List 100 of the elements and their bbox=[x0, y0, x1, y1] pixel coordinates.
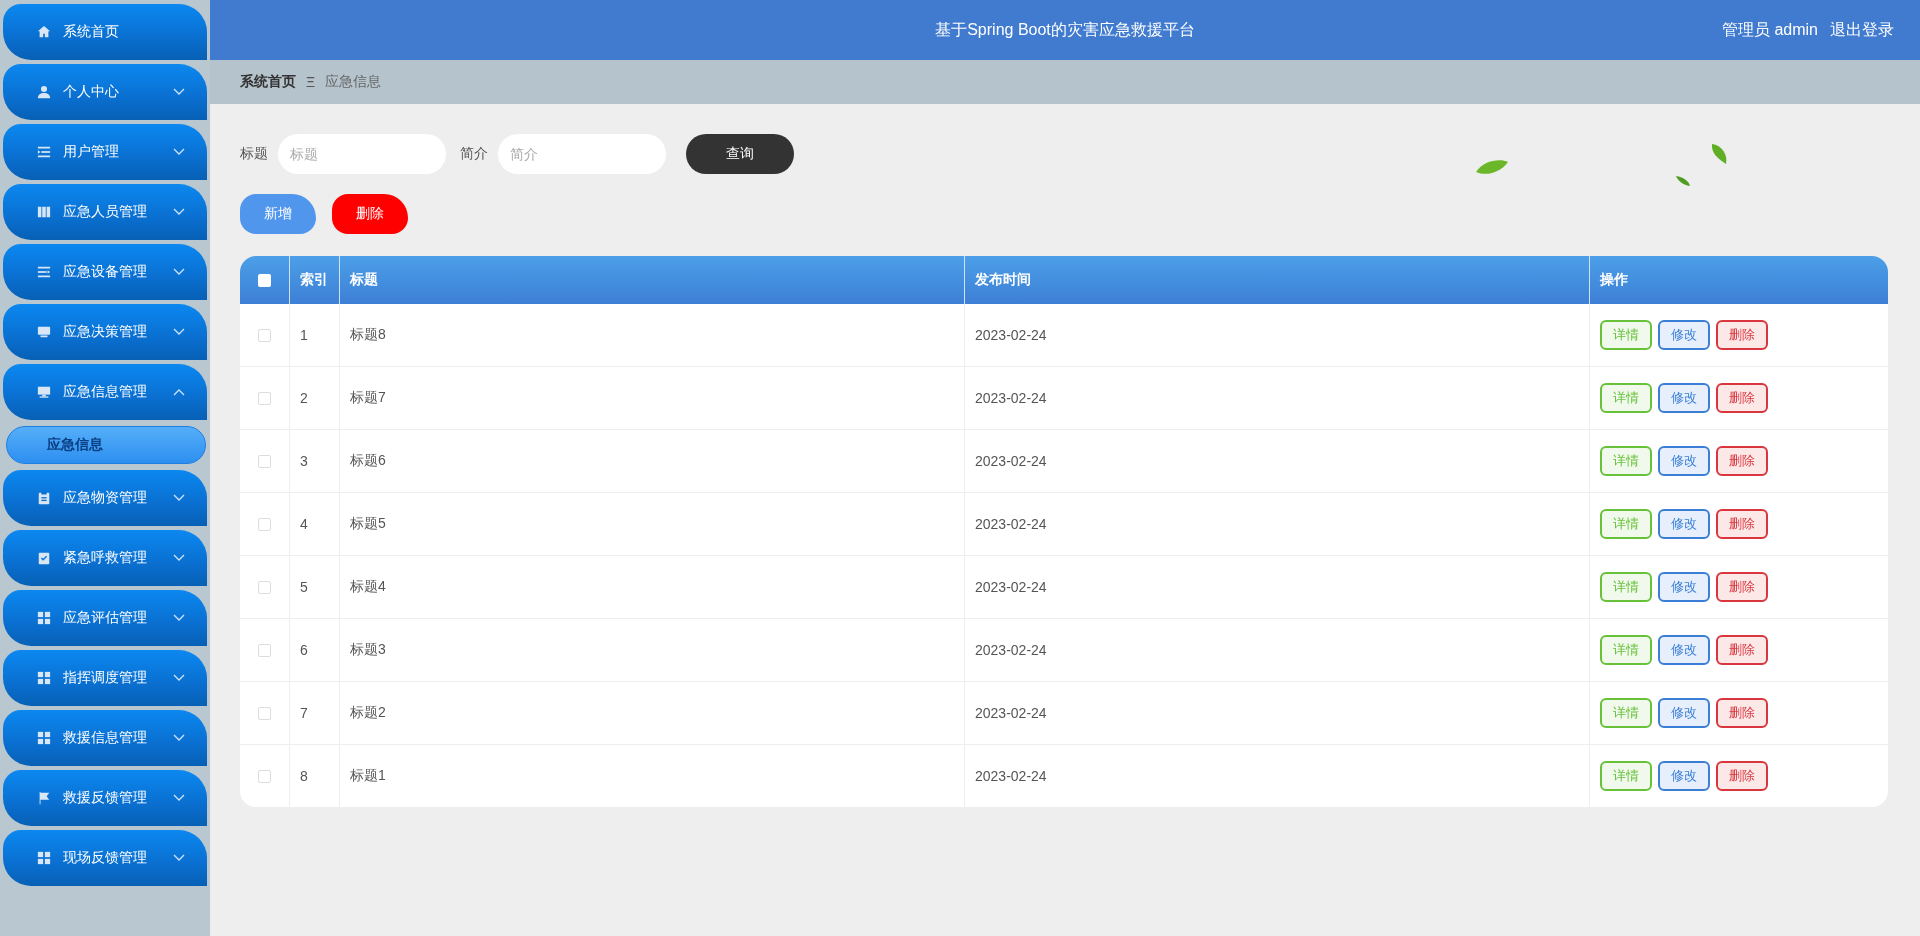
row-checkbox[interactable] bbox=[258, 643, 271, 657]
list-icon bbox=[37, 265, 51, 279]
table-cell: 标题7 bbox=[339, 367, 964, 429]
row-checkbox[interactable] bbox=[258, 517, 271, 531]
row-checkbox[interactable] bbox=[258, 706, 271, 720]
leaf-icon bbox=[1710, 143, 1728, 165]
table-cell: 2023-02-24 bbox=[964, 430, 1589, 492]
edit-button[interactable]: 修改 bbox=[1658, 383, 1710, 413]
leaf-icon bbox=[1675, 175, 1691, 187]
column-header: 操作 bbox=[1589, 256, 1888, 304]
column-header: 标题 bbox=[339, 256, 964, 304]
query-button[interactable]: 查询 bbox=[686, 134, 794, 174]
sidebar-item[interactable]: 应急决策管理 bbox=[3, 304, 207, 360]
table-cell: 2023-02-24 bbox=[964, 367, 1589, 429]
delete-button[interactable]: 删除 bbox=[332, 194, 408, 234]
sidebar-item-label: 应急信息管理 bbox=[63, 383, 148, 401]
user-icon bbox=[37, 85, 51, 99]
sidebar-item[interactable]: 个人中心 bbox=[3, 64, 207, 120]
table-cell: 2023-02-24 bbox=[964, 556, 1589, 618]
detail-button[interactable]: 详情 bbox=[1600, 383, 1652, 413]
table-cell: 6 bbox=[289, 619, 339, 681]
clipboard-icon bbox=[37, 491, 51, 505]
sidebar-item[interactable]: 紧急呼救管理 bbox=[3, 530, 207, 586]
add-button[interactable]: 新增 bbox=[240, 194, 316, 234]
sidebar-item-label: 用户管理 bbox=[63, 143, 120, 161]
table-cell: 2023-02-24 bbox=[964, 304, 1589, 366]
select-all-checkbox[interactable] bbox=[258, 273, 271, 287]
breadcrumb-item[interactable]: 应急信息 bbox=[325, 73, 382, 91]
sidebar-item[interactable]: 应急设备管理 bbox=[3, 244, 207, 300]
detail-button[interactable]: 详情 bbox=[1600, 761, 1652, 791]
sidebar-item[interactable]: 用户管理 bbox=[3, 124, 207, 180]
row-checkbox[interactable] bbox=[258, 769, 271, 783]
row-checkbox[interactable] bbox=[258, 580, 271, 594]
grid-icon bbox=[37, 671, 51, 685]
edit-button[interactable]: 修改 bbox=[1658, 320, 1710, 350]
grid-icon bbox=[37, 611, 51, 625]
sidebar-item-label: 应急设备管理 bbox=[63, 263, 148, 281]
detail-button[interactable]: 详情 bbox=[1600, 698, 1652, 728]
monitor-icon bbox=[37, 325, 51, 339]
sidebar-subitem[interactable]: 应急信息 bbox=[6, 426, 206, 464]
delete-button[interactable]: 删除 bbox=[1716, 635, 1768, 665]
search-field[interactable]: 简介 bbox=[498, 134, 666, 174]
table-cell: 7 bbox=[289, 682, 339, 744]
flag-icon bbox=[37, 791, 51, 805]
edit-button[interactable]: 修改 bbox=[1658, 698, 1710, 728]
delete-button[interactable]: 删除 bbox=[1716, 572, 1768, 602]
table-cell: 标题3 bbox=[339, 619, 964, 681]
table-cell: 5 bbox=[289, 556, 339, 618]
home-icon bbox=[37, 25, 51, 39]
edit-button[interactable]: 修改 bbox=[1658, 446, 1710, 476]
sidebar-item[interactable]: 应急信息管理 bbox=[3, 364, 207, 420]
table-cell: 2023-02-24 bbox=[964, 745, 1589, 807]
sidebar-item-label: 个人中心 bbox=[63, 83, 120, 101]
sidebar-item[interactable]: 指挥调度管理 bbox=[3, 650, 207, 706]
detail-button[interactable]: 详情 bbox=[1600, 509, 1652, 539]
detail-button[interactable]: 详情 bbox=[1600, 320, 1652, 350]
logout-link[interactable]: 退出登录 bbox=[1830, 19, 1894, 41]
edit-button[interactable]: 修改 bbox=[1658, 761, 1710, 791]
sidebar-item[interactable]: 救援信息管理 bbox=[3, 710, 207, 766]
column-header: 索引 bbox=[289, 256, 339, 304]
delete-button[interactable]: 删除 bbox=[1716, 761, 1768, 791]
search-field[interactable]: 标题 bbox=[278, 134, 446, 174]
detail-button[interactable]: 详情 bbox=[1600, 635, 1652, 665]
sidebar-item-label: 应急决策管理 bbox=[63, 323, 148, 341]
sidebar-item-label: 救援信息管理 bbox=[63, 729, 148, 747]
sidebar-item[interactable]: 现场反馈管理 bbox=[3, 830, 207, 886]
edit-button[interactable]: 修改 bbox=[1658, 509, 1710, 539]
edit-button[interactable]: 修改 bbox=[1658, 635, 1710, 665]
breadcrumb-item[interactable]: 系统首页 bbox=[240, 73, 296, 91]
row-checkbox[interactable] bbox=[258, 328, 271, 342]
row-checkbox[interactable] bbox=[258, 454, 271, 468]
table-cell: 标题8 bbox=[339, 304, 964, 366]
detail-button[interactable]: 详情 bbox=[1600, 446, 1652, 476]
grid-icon bbox=[37, 851, 51, 865]
delete-button[interactable]: 删除 bbox=[1716, 320, 1768, 350]
sidebar-item[interactable]: 救援反馈管理 bbox=[3, 770, 207, 826]
breadcrumb-separator: Ξ bbox=[306, 74, 316, 90]
detail-button[interactable]: 详情 bbox=[1600, 572, 1652, 602]
table-cell: 4 bbox=[289, 493, 339, 555]
columns-icon bbox=[37, 205, 51, 219]
sidebar-item[interactable]: 应急人员管理 bbox=[3, 184, 207, 240]
field-label: 简介 bbox=[460, 145, 488, 163]
delete-button[interactable]: 删除 bbox=[1716, 509, 1768, 539]
delete-button[interactable]: 删除 bbox=[1716, 383, 1768, 413]
delete-button[interactable]: 删除 bbox=[1716, 698, 1768, 728]
sidebar-item[interactable]: 应急评估管理 bbox=[3, 590, 207, 646]
row-checkbox[interactable] bbox=[258, 391, 271, 405]
table-cell: 3 bbox=[289, 430, 339, 492]
leaf-icon bbox=[1475, 158, 1509, 176]
sidebar-item-label: 指挥调度管理 bbox=[63, 669, 148, 687]
grid-icon bbox=[37, 731, 51, 745]
sidebar-item[interactable]: 应急物资管理 bbox=[3, 470, 207, 526]
table-cell: 2023-02-24 bbox=[964, 493, 1589, 555]
app-title: 基于Spring Boot的灾害应急救援平台 bbox=[935, 19, 1195, 40]
table-cell: 标题2 bbox=[339, 682, 964, 744]
edit-button[interactable]: 修改 bbox=[1658, 572, 1710, 602]
delete-button[interactable]: 删除 bbox=[1716, 446, 1768, 476]
sidebar-item[interactable]: 系统首页 bbox=[3, 4, 207, 60]
field-label: 标题 bbox=[240, 145, 268, 163]
table-cell: 1 bbox=[289, 304, 339, 366]
